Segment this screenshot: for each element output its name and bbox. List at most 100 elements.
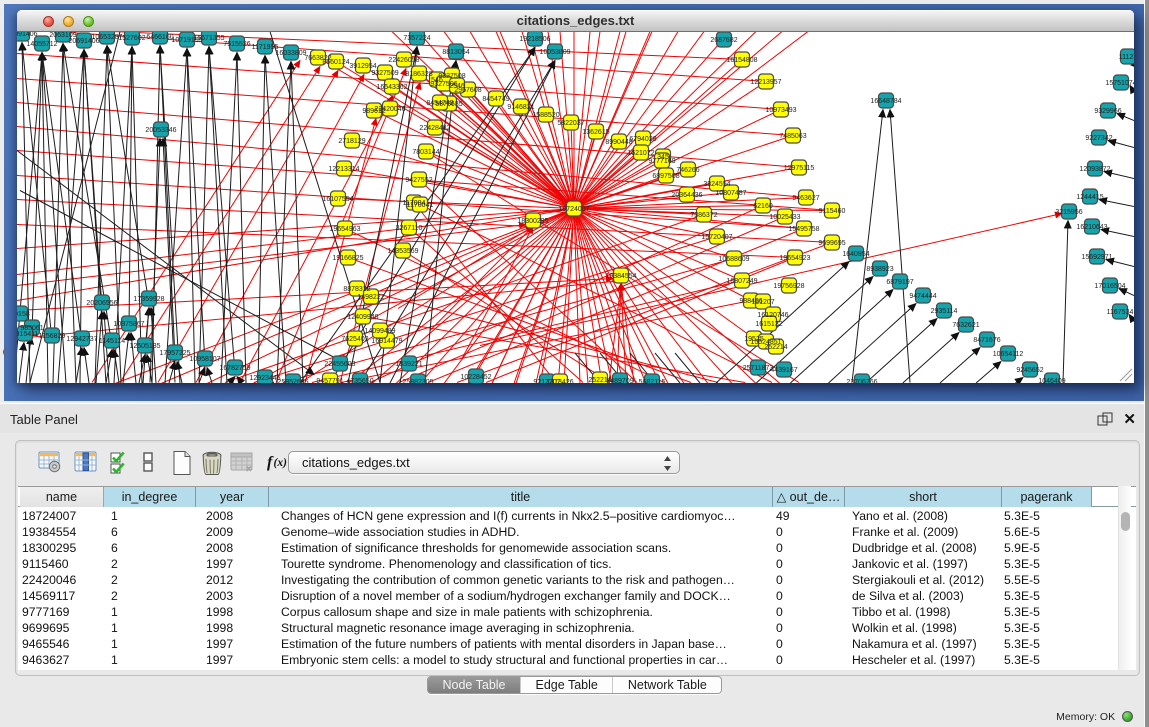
svg-text:16107554: 16107554 — [322, 196, 353, 203]
svg-text:2546: 2546 — [449, 83, 465, 90]
svg-text:1156829: 1156829 — [39, 333, 66, 340]
svg-text:8454749: 8454749 — [426, 100, 453, 107]
svg-text:10958107: 10958107 — [189, 356, 220, 363]
svg-text:15720407: 15720407 — [701, 234, 732, 241]
svg-text:7357224: 7357224 — [403, 35, 430, 42]
svg-text:1839221: 1839221 — [395, 361, 422, 368]
svg-text:19384554: 19384554 — [605, 273, 636, 280]
svg-text:(x): (x) — [274, 457, 288, 469]
svg-text:16543362: 16543362 — [376, 84, 407, 91]
svg-text:14099489: 14099489 — [364, 328, 395, 335]
svg-text:16120746: 16120746 — [757, 312, 788, 319]
svg-text:10975867: 10975867 — [113, 321, 144, 328]
svg-text:1615132: 1615132 — [755, 321, 782, 328]
svg-text:7515526: 7515526 — [223, 41, 250, 48]
svg-text:2935114: 2935114 — [931, 308, 958, 315]
svg-text:746266: 746266 — [676, 167, 699, 174]
svg-text:9777169: 9777169 — [648, 158, 675, 165]
svg-text:9474444: 9474444 — [909, 293, 936, 300]
svg-text:16914479: 16914479 — [371, 338, 402, 345]
svg-text:12923446: 12923446 — [249, 375, 280, 382]
svg-text:9227342: 9227342 — [1085, 135, 1112, 142]
svg-text:11123: 11123 — [1119, 54, 1134, 61]
svg-text:7485063: 7485063 — [779, 133, 806, 140]
svg-text:2687682: 2687682 — [710, 37, 737, 44]
svg-text:6879197: 6879197 — [886, 279, 913, 286]
svg-text:25711873: 25711873 — [743, 365, 774, 372]
svg-text:19756928: 19756928 — [773, 283, 804, 290]
svg-text:10025433: 10025433 — [769, 214, 800, 221]
svg-text:1046409: 1046409 — [1038, 378, 1065, 383]
svg-text:9699695: 9699695 — [818, 240, 845, 247]
svg-text:39158: 39158 — [17, 311, 30, 318]
svg-text:8471676: 8471676 — [973, 337, 1000, 344]
svg-text:16671355: 16671355 — [193, 35, 224, 42]
svg-text:12213314: 12213314 — [328, 166, 359, 173]
svg-text:16648784: 16648784 — [870, 98, 901, 105]
svg-text:22428482: 22428482 — [419, 125, 450, 132]
svg-text:8454749: 8454749 — [482, 96, 509, 103]
svg-text:8813054: 8813054 — [442, 49, 469, 56]
svg-text:1621072: 1621072 — [627, 150, 654, 157]
svg-text:1640954: 1640954 — [842, 251, 869, 258]
svg-text:9427552: 9427552 — [405, 177, 432, 184]
svg-text:16782759: 16782759 — [219, 365, 250, 372]
svg-text:18807249: 18807249 — [726, 278, 757, 285]
svg-text:9327509: 9327509 — [371, 70, 398, 77]
svg-text:23706266: 23706266 — [846, 379, 877, 383]
svg-text:6794028: 6794028 — [629, 136, 656, 143]
svg-text:10807487: 10807487 — [715, 190, 746, 197]
svg-text:12093872: 12093872 — [1079, 166, 1110, 173]
svg-text:9463627: 9463627 — [792, 195, 819, 202]
svg-text:10973493: 10973493 — [765, 107, 796, 114]
svg-text:12505135: 12505135 — [129, 343, 160, 350]
svg-text:15692971: 15692971 — [1081, 254, 1112, 261]
svg-text:15751074: 15751074 — [1105, 80, 1134, 87]
svg-text:22426058: 22426058 — [388, 57, 419, 64]
svg-text:20091406: 20091406 — [17, 32, 38, 38]
svg-text:8878312: 8878312 — [343, 286, 370, 293]
svg-text:12942737: 12942737 — [66, 336, 97, 343]
svg-text:9457791: 9457791 — [316, 378, 343, 383]
svg-text:18724007: 18724007 — [558, 206, 589, 213]
svg-text:1145114: 1145114 — [99, 338, 125, 345]
svg-text:6897508: 6897508 — [652, 173, 679, 180]
svg-text:19218506: 19218506 — [519, 36, 550, 43]
svg-text:7386372: 7386372 — [690, 212, 717, 219]
svg-text:20206556: 20206556 — [86, 300, 117, 307]
svg-text:16154808: 16154808 — [726, 57, 757, 64]
svg-text:8660124: 8660124 — [322, 59, 349, 66]
svg-text:1244415: 1244415 — [1076, 194, 1103, 201]
svg-text:14353569: 14353569 — [387, 248, 418, 255]
svg-text:19166825: 19166825 — [332, 255, 363, 262]
svg-text:3267110: 3267110 — [396, 225, 423, 232]
svg-text:12975115: 12975115 — [784, 165, 815, 172]
svg-text:18300295: 18300295 — [517, 218, 548, 225]
svg-text:9146821: 9146821 — [507, 104, 534, 111]
svg-text:8938923: 8938923 — [866, 266, 893, 273]
svg-text:252214: 252214 — [588, 377, 611, 383]
svg-text:16210643: 16210643 — [1076, 224, 1107, 231]
svg-text:9327508: 9327508 — [438, 73, 465, 80]
svg-text:9245652: 9245652 — [1016, 367, 1043, 374]
svg-text:16053809: 16053809 — [539, 49, 570, 56]
svg-text:15495758: 15495758 — [788, 226, 819, 233]
svg-text:22455603: 22455603 — [324, 361, 355, 368]
svg-text:1527602: 1527602 — [118, 35, 145, 42]
svg-text:17359928: 17359928 — [133, 296, 164, 303]
svg-text:16033809: 16033809 — [275, 50, 306, 57]
svg-text:161207: 161207 — [751, 299, 774, 306]
svg-text:3912954: 3912954 — [349, 63, 376, 70]
svg-text:252214: 252214 — [764, 344, 787, 351]
svg-text:6466160: 6466160 — [146, 34, 173, 41]
svg-text:25852685: 25852685 — [277, 379, 308, 383]
svg-text:12213957: 12213957 — [750, 79, 781, 86]
svg-text:10228452: 10228452 — [460, 374, 491, 381]
svg-text:20364436: 20364436 — [671, 192, 702, 199]
svg-text:19654923: 19654923 — [779, 255, 810, 262]
svg-text:25882305: 25882305 — [402, 379, 433, 383]
svg-text:9329966: 9329966 — [1094, 108, 1121, 115]
svg-text:62160: 62160 — [753, 203, 773, 210]
svg-text:3915411: 3915411 — [17, 331, 38, 338]
svg-text:1362615: 1362615 — [582, 129, 609, 136]
